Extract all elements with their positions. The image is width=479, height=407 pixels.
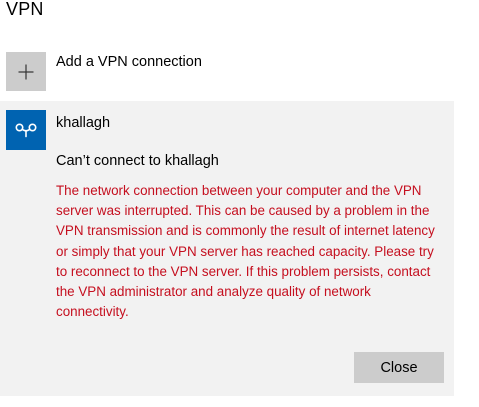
add-vpn-connection-button[interactable]: Add a VPN connection — [6, 52, 454, 92]
vpn-settings-page: VPN Add a VPN connection khallagh Can’t … — [0, 0, 479, 407]
connection-status-text: Can’t connect to khallagh — [56, 153, 219, 169]
vpn-connection-icon — [6, 110, 46, 150]
vpn-connection-header[interactable]: khallagh — [6, 110, 446, 150]
vpn-connection-panel: khallagh Can’t connect to khallagh The n… — [0, 101, 454, 396]
plus-icon — [6, 52, 46, 91]
vpn-connection-name: khallagh — [56, 115, 111, 131]
page-title: VPN — [6, 0, 44, 19]
connection-error-message: The network connection between your comp… — [56, 183, 435, 320]
close-button[interactable]: Close — [354, 352, 444, 383]
add-vpn-connection-label: Add a VPN connection — [56, 54, 202, 70]
